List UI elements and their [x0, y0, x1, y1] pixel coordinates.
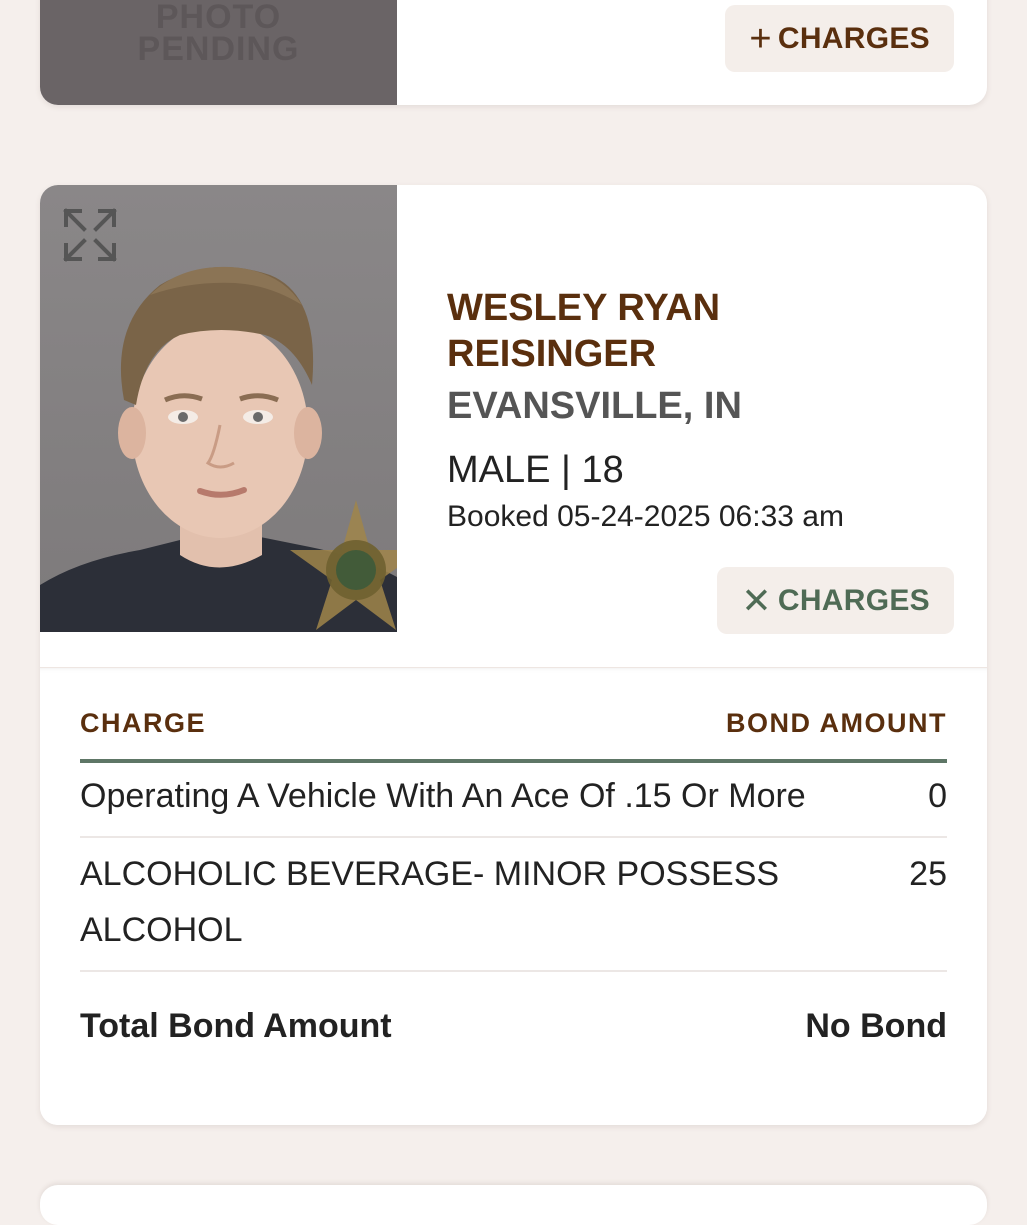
plus-icon: + [749, 17, 772, 60]
mugshot-photo[interactable] [40, 185, 397, 632]
charge-column-header: CHARGE [80, 708, 207, 738]
collapse-charges-button[interactable]: ✕ CHARGES [717, 567, 954, 634]
expand-icon[interactable] [62, 207, 118, 263]
inmate-name[interactable]: WESLEY RYAN REISINGER [447, 285, 807, 377]
charges-panel: CHARGE BOND AMOUNT Operating A Vehicle W… [40, 667, 987, 1125]
photo-pending-line1: PHOTO [155, 0, 282, 36]
previous-inmate-card: PHOTO PENDING + CHARGES [40, 0, 987, 105]
table-row: ALCOHOLIC BEVERAGE- MINOR POSSESS ALCOHO… [80, 846, 947, 972]
total-bond-value: No Bond [805, 1007, 947, 1045]
inmate-sex-age: MALE | 18 [447, 449, 624, 491]
bond-column-header: BOND AMOUNT [726, 708, 947, 738]
next-inmate-card [40, 1185, 987, 1225]
total-bond-label: Total Bond Amount [80, 1007, 392, 1045]
total-bond-row: Total Bond Amount No Bond [80, 998, 947, 1054]
inmate-card: WESLEY RYAN REISINGER EVANSVILLE, IN MAL… [40, 185, 987, 1125]
charge-name: Operating A Vehicle With An Ace Of .15 O… [80, 777, 806, 815]
charges-table-header: CHARGE BOND AMOUNT [80, 708, 947, 763]
table-row: Operating A Vehicle With An Ace Of .15 O… [80, 768, 947, 838]
photo-pending-line2: PENDING [137, 30, 300, 68]
inmate-info: WESLEY RYAN REISINGER EVANSVILLE, IN MAL… [447, 285, 844, 535]
charges-button-label: CHARGES [777, 21, 930, 55]
bond-amount: 0 [928, 777, 947, 815]
charge-name: ALCOHOLIC BEVERAGE- MINOR POSSESS ALCOHO… [80, 855, 780, 949]
photo-pending-placeholder: PHOTO PENDING [40, 0, 397, 105]
inmate-location: EVANSVILLE, IN [447, 385, 742, 427]
booking-datetime: Booked 05-24-2025 06:33 am [447, 500, 844, 533]
expand-charges-button[interactable]: + CHARGES [725, 5, 954, 72]
bond-amount: 25 [909, 855, 947, 893]
close-icon: ✕ [741, 579, 772, 621]
charges-button-label: CHARGES [777, 583, 930, 617]
